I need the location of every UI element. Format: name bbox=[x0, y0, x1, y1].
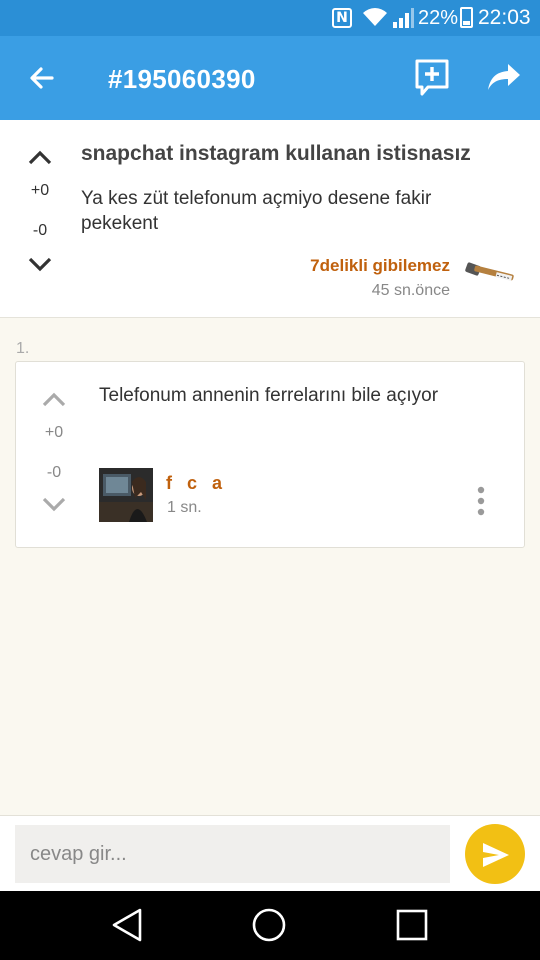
downvote-icon[interactable] bbox=[40, 496, 68, 514]
reply-vote-column: +0 -0 bbox=[40, 390, 68, 520]
add-comment-icon[interactable] bbox=[414, 58, 450, 98]
battery-icon bbox=[460, 7, 473, 28]
entry-author[interactable]: 7delikli gibilemez bbox=[310, 256, 450, 276]
back-arrow-icon[interactable] bbox=[24, 60, 60, 96]
status-time: 22:03 bbox=[478, 6, 531, 29]
send-icon bbox=[483, 843, 509, 867]
nav-back-icon[interactable] bbox=[110, 907, 144, 943]
entry-text: Ya kes züt telefonum açmiyo desene fakir… bbox=[81, 188, 432, 234]
entry-vote-column: +0 -0 bbox=[26, 148, 54, 278]
nfc-icon: N bbox=[332, 8, 352, 28]
reply-text: Telefonum annenin ferrelarını bile açıyo… bbox=[99, 385, 439, 406]
upvote-icon[interactable] bbox=[40, 390, 68, 408]
topic-title[interactable]: snapchat instagram kullanan istisnasız bbox=[81, 142, 471, 166]
nav-recents-icon[interactable] bbox=[396, 909, 428, 941]
app-bar: #195060390 bbox=[0, 36, 540, 120]
entry-time: 45 sn.önce bbox=[371, 282, 450, 299]
reply-input[interactable] bbox=[15, 825, 450, 883]
upvote-icon[interactable] bbox=[26, 148, 54, 166]
entry-card: +0 -0 snapchat instagram kullanan istisn… bbox=[0, 120, 540, 318]
wifi-icon bbox=[363, 8, 387, 26]
signal-icon bbox=[393, 8, 414, 28]
battery-percent: 22% bbox=[418, 7, 459, 29]
system-nav-bar bbox=[0, 891, 540, 960]
more-options-icon[interactable] bbox=[476, 486, 486, 516]
upvote-count: +0 bbox=[44, 424, 64, 441]
reply-index: 1. bbox=[16, 340, 30, 357]
share-icon[interactable] bbox=[486, 62, 522, 92]
hammer-icon[interactable] bbox=[462, 260, 518, 290]
page-title: #195060390 bbox=[108, 64, 256, 94]
reply-composer bbox=[0, 815, 540, 891]
avatar[interactable] bbox=[99, 468, 153, 522]
downvote-count: -0 bbox=[46, 464, 62, 481]
nav-home-icon[interactable] bbox=[252, 908, 286, 942]
upvote-count: +0 bbox=[30, 182, 50, 199]
downvote-count: -0 bbox=[32, 222, 48, 239]
reply-card: +0 -0 Telefonum annenin ferrelarını bile… bbox=[15, 361, 525, 548]
downvote-icon[interactable] bbox=[26, 256, 54, 274]
reply-time: 1 sn. bbox=[167, 499, 202, 516]
status-bar: N 22% 22:03 bbox=[0, 0, 540, 36]
send-button[interactable] bbox=[465, 824, 525, 884]
reply-author[interactable]: f c a bbox=[166, 473, 227, 494]
